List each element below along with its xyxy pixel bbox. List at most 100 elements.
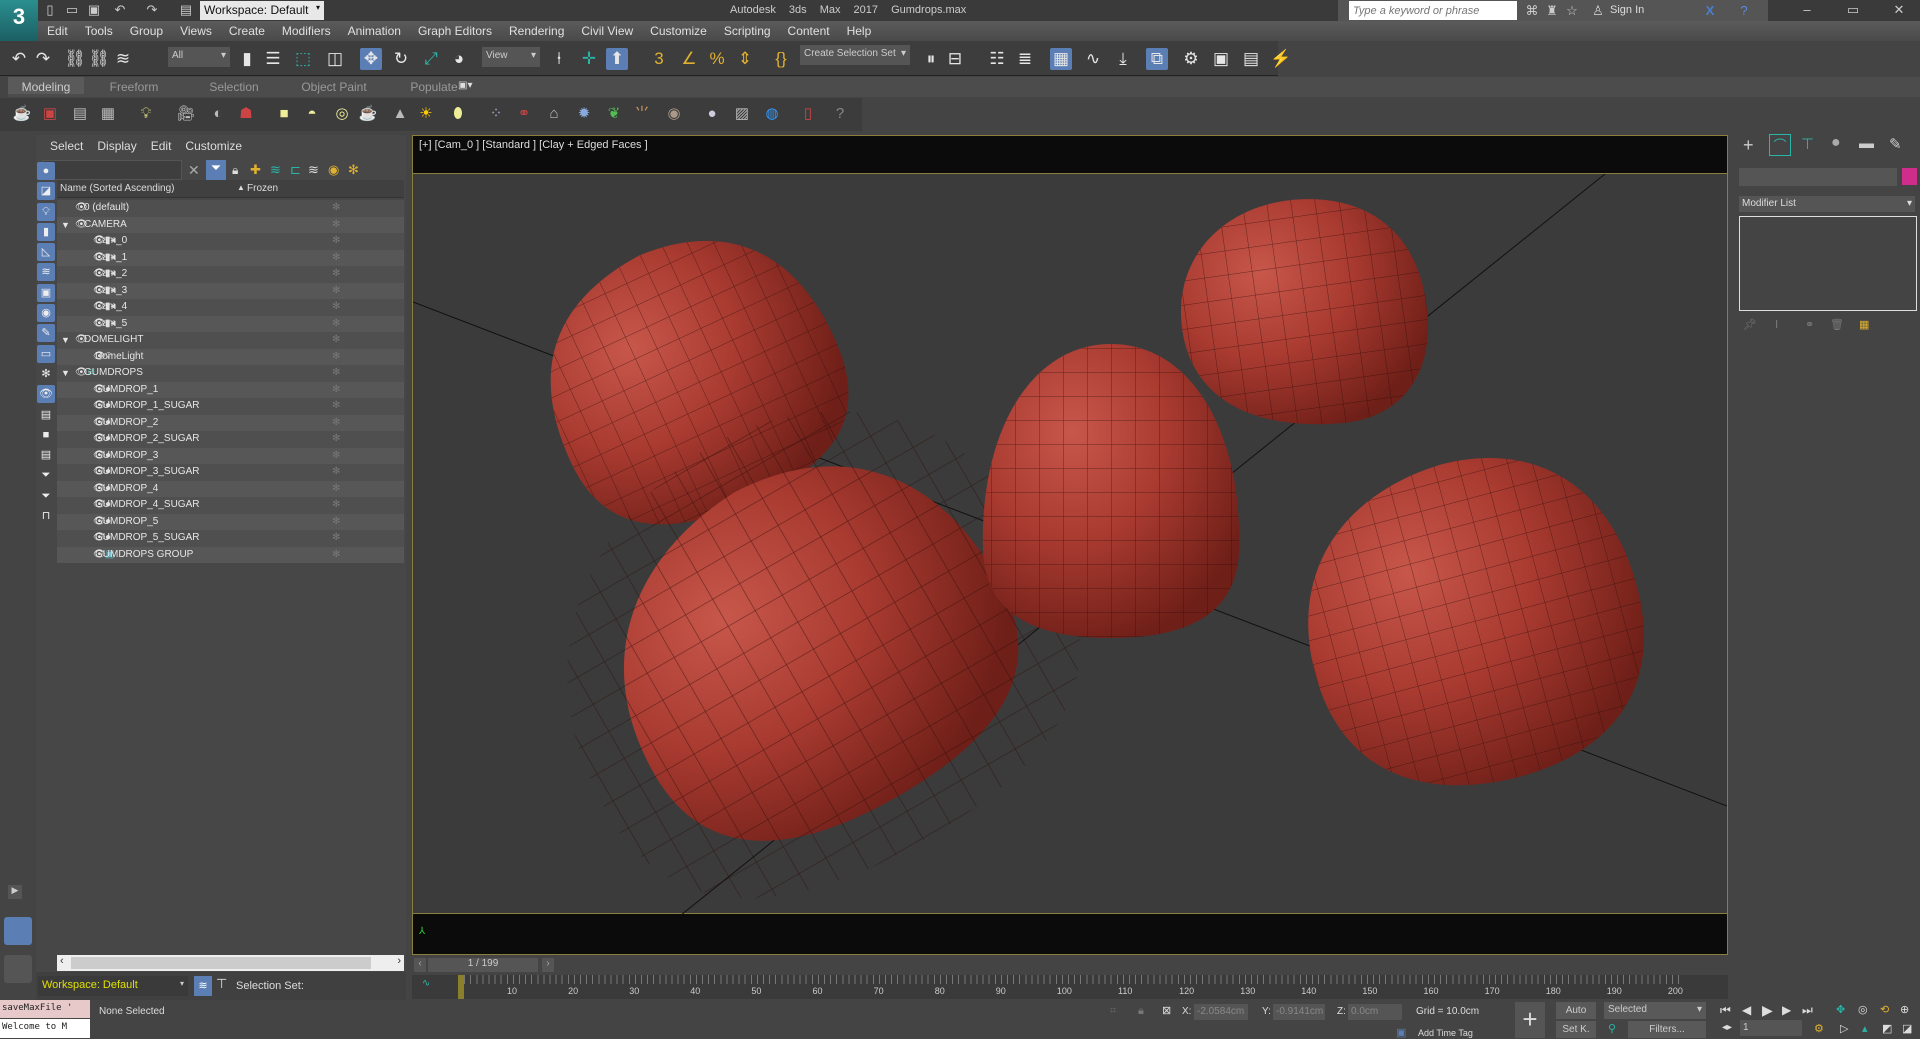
track-bar[interactable]: ∿ 10 20 30 40 50 60 70 80 90 100 110 120 130 140 150 16…	[412, 975, 1728, 999]
list-icon[interactable]: ▤	[70, 104, 90, 124]
robot-icon[interactable]: ☗	[236, 104, 256, 124]
add-time-tag-button[interactable]: Add Time Tag	[1418, 1028, 1473, 1038]
angle-snap-icon[interactable]: ∠	[678, 48, 700, 70]
scene-menu-customize[interactable]: Customize	[185, 139, 242, 153]
hierarchy-icon[interactable]: ⊏	[290, 162, 301, 178]
tree-row-gumdrop-2-sugar[interactable]: 👁︎ ● GUMDROP_2_SUGAR ✻	[57, 431, 404, 448]
tree-row-gumdrops[interactable]: ▼ 👁︎ ≋ GUMDROPS ✻	[57, 365, 404, 382]
tree-row-cam-0[interactable]: 👁︎ ▮◂ Cam_0 ✻	[57, 233, 404, 250]
gear-icon[interactable]: ✹	[574, 104, 594, 124]
mirror-icon[interactable]: ⏸	[920, 48, 942, 70]
next-key-icon[interactable]: ▶︎	[1782, 1003, 1791, 1017]
phone-icon[interactable]: ▯	[798, 104, 818, 124]
menu-content[interactable]: Content	[779, 21, 838, 38]
material-editor-icon[interactable]: ⚙	[1180, 48, 1202, 70]
display-tab-icon[interactable]: ▬	[1859, 135, 1874, 152]
tree-row-0-default-[interactable]: 👁︎ ≋ 0 (default) ✻	[57, 200, 404, 217]
tree-row-cam-3[interactable]: 👁︎ ▮◂ Cam_3 ✻	[57, 282, 404, 299]
configure-modifier-sets-icon[interactable]: ▦	[1859, 318, 1869, 331]
scene-menu-select[interactable]: Select	[50, 139, 83, 153]
subscription-icon[interactable]: ♜	[1544, 3, 1560, 19]
invert-display-icon[interactable]: ▤	[37, 446, 55, 464]
hide-layer-icon[interactable]: ◉	[328, 162, 339, 178]
filter-toggle-icon[interactable]: ⏷	[206, 160, 226, 180]
maxscript-listener-output[interactable]: Welcome to M	[0, 1019, 90, 1038]
grass-icon[interactable]: ❦	[604, 104, 624, 124]
menu-graph-editors[interactable]: Graph Editors	[409, 21, 500, 38]
time-slider-thumb[interactable]: 1 / 199	[428, 958, 538, 972]
align-icon[interactable]: ⊟	[944, 48, 966, 70]
frozen-toggle-icon[interactable]: ✻	[332, 233, 340, 250]
tree-row-gumdrop-5[interactable]: 👁︎ ● GUMDROP_5 ✻	[57, 513, 404, 530]
link-icon[interactable]: ⛓	[64, 48, 86, 70]
maximize-viewport-icon[interactable]: ◩	[1882, 1022, 1892, 1035]
open-file-icon[interactable]: ▭	[64, 2, 80, 18]
help-icon[interactable]: ?	[1736, 3, 1752, 19]
sphere-icon[interactable]: ◎	[332, 104, 352, 124]
box-icon[interactable]: ■	[274, 104, 294, 124]
walk-through-icon[interactable]: ▴	[1862, 1022, 1868, 1035]
favorites-icon[interactable]: ☆	[1564, 3, 1580, 19]
menu-modifiers[interactable]: Modifiers	[273, 21, 339, 38]
percent-snap-icon[interactable]: %	[706, 48, 728, 70]
frozen-toggle-icon[interactable]: ✻	[332, 299, 340, 316]
viewport-toggle-icon[interactable]: ◪	[1902, 1022, 1912, 1035]
window-crossing-icon[interactable]: ◫	[324, 48, 346, 70]
frame-ruler[interactable]: 10 20 30 40 50 60 70 80 90 100 110 120 130 140 150 160 1…	[458, 975, 1683, 999]
tree-row-gumdrop-4-sugar[interactable]: 👁︎ ● GUMDROP_4_SUGAR ✻	[57, 497, 404, 514]
frozen-toggle-icon[interactable]: ✻	[332, 481, 340, 498]
dome-icon[interactable]: ◐	[208, 104, 228, 124]
frozen-toggle-icon[interactable]: ✻	[332, 217, 340, 234]
frozen-toggle-icon[interactable]: ✻	[332, 200, 340, 217]
tower-icon[interactable]: ⌂	[544, 104, 564, 124]
display-frozen-icon[interactable]: ✻	[37, 365, 55, 383]
current-frame-marker[interactable]	[458, 975, 464, 999]
frozen-toggle-icon[interactable]: ✻	[332, 398, 340, 415]
next-frame-icon[interactable]: ›	[542, 958, 554, 972]
remove-modifier-icon[interactable]: 🗑︎	[1830, 318, 1844, 331]
project-folder-icon[interactable]: ▤	[178, 2, 194, 18]
frozen-toggle-icon[interactable]: ✻	[332, 497, 340, 514]
binoculars-icon[interactable]: ⌘	[1524, 3, 1540, 19]
expand-arrow-icon[interactable]: ▶	[8, 885, 22, 899]
rect-selection-icon[interactable]: ⬚	[292, 48, 314, 70]
search-input[interactable]	[1349, 1, 1517, 20]
keyboard-shortcut-icon[interactable]: ⬆	[606, 48, 628, 70]
expand-arrow-icon[interactable]: ▼	[61, 332, 70, 349]
add-to-layer-icon[interactable]: ≋	[270, 162, 281, 178]
pin-stack-icon[interactable]: 📌︎	[1743, 318, 1757, 331]
frozen-toggle-icon[interactable]: ✻	[332, 415, 340, 432]
minimize-button[interactable]: –	[1792, 2, 1822, 17]
frozen-toggle-icon[interactable]: ✻	[332, 365, 340, 382]
menu-views[interactable]: Views	[171, 21, 220, 38]
spinner-snap-icon[interactable]: ⇕	[734, 48, 756, 70]
egg-icon[interactable]: ⬮	[448, 104, 468, 124]
save-file-icon[interactable]: ▣	[86, 2, 102, 18]
display-cameras-icon[interactable]: ▮	[37, 222, 55, 241]
bind-space-warp-icon[interactable]: ≋	[112, 48, 134, 70]
frozen-toggle-icon[interactable]: ✻	[332, 382, 340, 399]
hierarchy-tab-icon[interactable]: ⊤	[1801, 135, 1814, 153]
lock-icon[interactable]: 🔒︎	[232, 163, 238, 178]
workspace-select[interactable]: Workspace: Default ▾	[38, 976, 188, 996]
display-geometry-icon[interactable]: ●	[37, 162, 55, 180]
rotate-icon[interactable]: ↻	[390, 48, 412, 70]
menu-help[interactable]: Help	[838, 21, 880, 38]
menu-create[interactable]: Create	[220, 21, 273, 38]
key-mode-icon[interactable]: ⚲	[1608, 1022, 1616, 1035]
sort-by-hierarchy-icon[interactable]: ⊤	[216, 976, 227, 992]
display-containers-icon[interactable]: ▭	[37, 344, 55, 363]
key-filter-dropdown[interactable]: Selected ▾	[1604, 1002, 1706, 1019]
display-none-icon[interactable]: ■	[37, 426, 55, 444]
exchange-icon[interactable]: X	[1702, 3, 1718, 19]
redo-icon[interactable]: ↷	[32, 48, 54, 70]
container-icon[interactable]: ⊓	[37, 507, 55, 525]
blue-sphere-icon[interactable]: ◍	[762, 104, 782, 124]
teapot-shape-icon[interactable]: ☕	[358, 104, 378, 124]
reference-coordinate-dropdown[interactable]: View ▾	[482, 47, 540, 67]
column-frozen-header[interactable]: Frozen	[247, 183, 278, 194]
curve-editor-mini-icon[interactable]: ∿	[422, 978, 430, 989]
shader-ball-icon[interactable]: ●	[702, 104, 722, 124]
modify-tab-icon[interactable]: ⌒	[1769, 134, 1791, 156]
viewport-camera[interactable]: [+] [Cam_0 ] [Standard ] [Clay + Edged F…	[412, 135, 1728, 955]
